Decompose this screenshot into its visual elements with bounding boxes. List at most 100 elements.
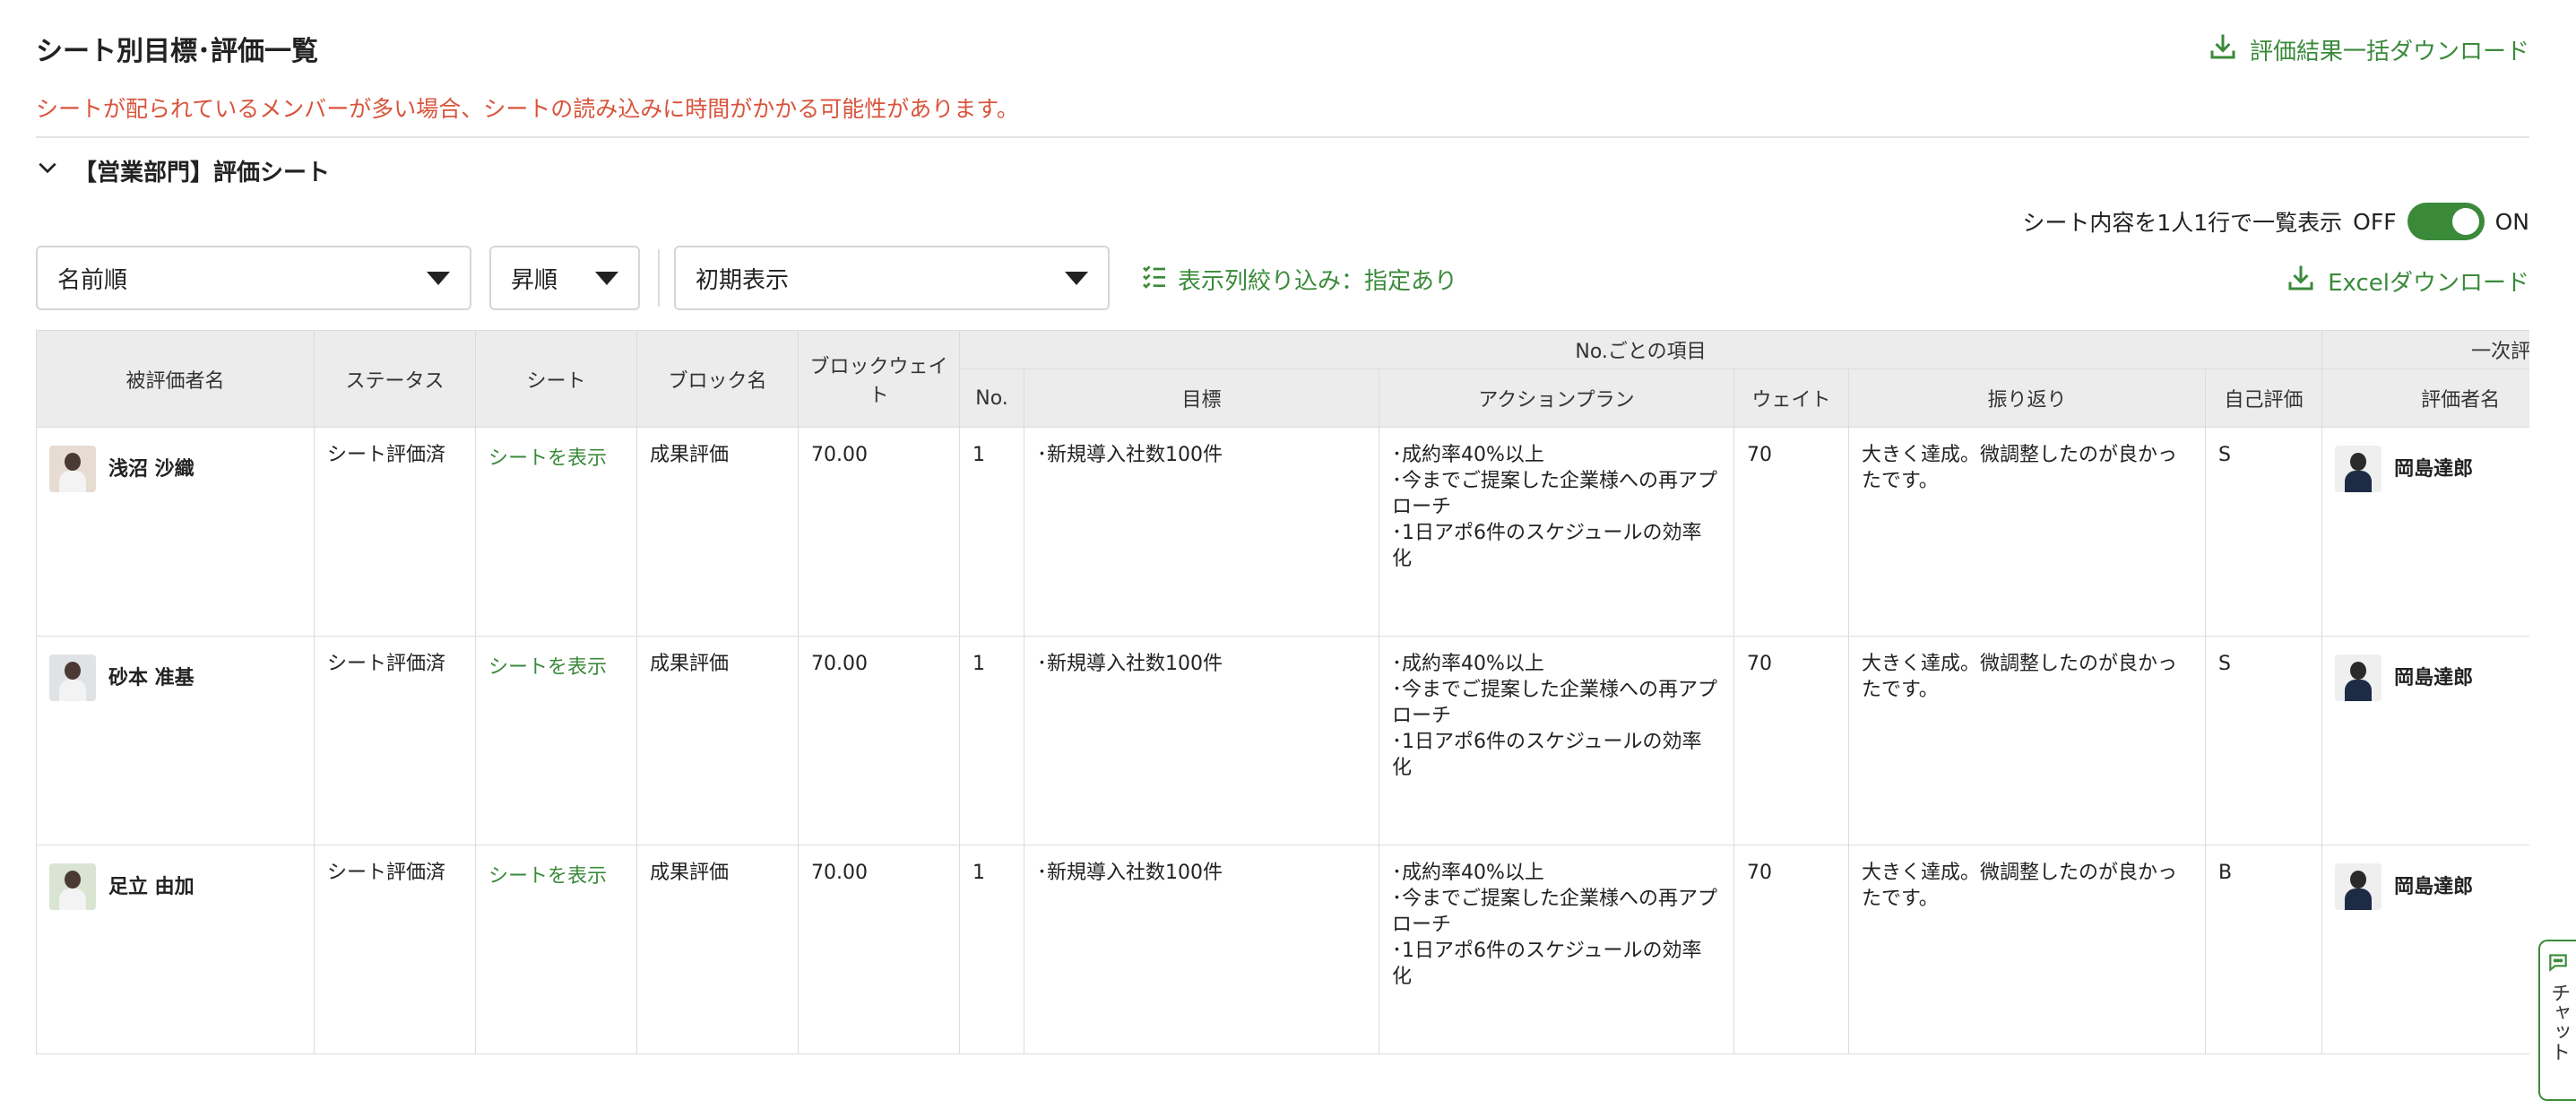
cell-weight: 70: [1733, 845, 1849, 1054]
page-title: シート別目標･評価一覧: [36, 36, 318, 67]
toolbar-separator: [658, 249, 660, 307]
evaluation-table: 被評価者名 ステータス シート ブロック名 ブロックウェイト No.ごとの項目 …: [36, 330, 2529, 1054]
cell-block-name: 成果評価: [636, 427, 799, 637]
sort-select-value: 名前順: [57, 266, 128, 294]
cell-evaluator: 岡島達郎: [2321, 636, 2529, 845]
section-title: 【営業部門】評価シート: [73, 160, 331, 186]
action-plan-line: ･成約率40%以上: [1392, 862, 1544, 884]
download-all-results-button[interactable]: 評価結果一括ダウンロード: [2207, 30, 2529, 69]
cell-status: シート評価済: [314, 845, 476, 1054]
cell-status: シート評価済: [314, 427, 476, 637]
header-status: ステータス: [314, 330, 476, 428]
evaluatee-name: 浅沼 沙織: [108, 457, 194, 481]
caret-down-icon: [1065, 271, 1088, 285]
cell-evaluatee: 足立 由加: [36, 845, 315, 1054]
toggle-off-label: OFF: [2353, 208, 2397, 235]
view-select[interactable]: 初期表示: [674, 246, 1110, 310]
evaluation-table-container[interactable]: 被評価者名 ステータス シート ブロック名 ブロックウェイト No.ごとの項目 …: [36, 330, 2529, 1088]
table-row: 足立 由加 シート評価済 シートを表示 成果評価 70.00 1 ･新規導入社数…: [36, 845, 2529, 1054]
cell-weight: 70: [1733, 427, 1849, 637]
checklist-icon: [1140, 262, 1169, 297]
evaluatee-name: 砂本 准基: [108, 666, 194, 689]
divider: [36, 136, 2529, 138]
chat-bubble-icon: [2546, 950, 2570, 977]
header-group-first-eval: 一次評価: [2321, 330, 2529, 369]
header-block-weight: ブロックウェイト: [798, 330, 960, 428]
cell-self-eval: S: [2204, 427, 2323, 637]
header-group-items: No.ごとの項目: [958, 330, 2323, 369]
cell-status: シート評価済: [314, 636, 476, 845]
view-sheet-link[interactable]: シートを表示: [488, 446, 607, 472]
cell-block-name: 成果評価: [636, 636, 799, 845]
avatar: [49, 446, 96, 492]
cell-no: 1: [959, 636, 1024, 845]
action-plan-line: ･1日アポ6件のスケジュールの効率化: [1392, 522, 1702, 570]
cell-review: 大きく達成。微調整したのが良かったです。: [1848, 427, 2206, 637]
column-filter-link[interactable]: 表示列絞り込み：指定あり: [1140, 262, 1457, 297]
chevron-down-icon: [36, 156, 59, 186]
chat-label: チャット: [2547, 983, 2570, 1062]
cell-action-plan: ･成約率40%以上 ･今までご提案した企業様への再アプローチ ･1日アポ6件のス…: [1379, 427, 1734, 637]
cell-evaluatee: 砂本 准基: [36, 636, 315, 845]
cell-sheet: シートを表示: [475, 845, 637, 1054]
action-plan-line: ･成約率40%以上: [1392, 653, 1544, 675]
cell-no: 1: [959, 845, 1024, 1054]
action-plan-line: ･今までご提案した企業様への再アプローチ: [1392, 888, 1718, 936]
excel-download-button[interactable]: Excelダウンロード: [2285, 262, 2529, 300]
table-row: 浅沼 沙織 シート評価済 シートを表示 成果評価 70.00 1 ･新規導入社数…: [36, 427, 2529, 637]
header-review: 振り返り: [1848, 368, 2206, 428]
download-all-label: 評価結果一括ダウンロード: [2249, 39, 2529, 65]
cell-block-weight: 70.00: [798, 845, 960, 1054]
section-toggle[interactable]: 【営業部門】評価シート: [36, 154, 330, 187]
toggle-knob: [2451, 208, 2479, 235]
action-plan-line: ･成約率40%以上: [1392, 444, 1544, 466]
header-evaluator: 評価者名: [2321, 368, 2529, 428]
cell-block-weight: 70.00: [798, 636, 960, 845]
order-select[interactable]: 昇順: [489, 246, 640, 310]
one-row-toggle[interactable]: [2407, 203, 2485, 240]
avatar: [49, 655, 96, 701]
toggle-label: シート内容を1人1行で一覧表示: [2022, 210, 2343, 236]
column-filter-label: 表示列絞り込み：指定あり: [1178, 268, 1458, 295]
download-icon: [2285, 262, 2317, 300]
evaluator-name: 岡島達郎: [2394, 875, 2474, 898]
cell-goal: ･新規導入社数100件: [1024, 427, 1379, 637]
one-row-toggle-group: シート内容を1人1行で一覧表示 OFF ON: [2022, 203, 2529, 240]
chat-tab[interactable]: チャット: [2538, 940, 2576, 1101]
header-block-name: ブロック名: [636, 330, 799, 428]
header-no: No.: [959, 368, 1024, 428]
cell-action-plan: ･成約率40%以上 ･今までご提案した企業様への再アプローチ ･1日アポ6件のス…: [1379, 845, 1734, 1054]
cell-sheet: シートを表示: [475, 427, 637, 637]
avatar: [49, 863, 96, 910]
header-action-plan: アクションプラン: [1379, 368, 1734, 428]
action-plan-line: ･1日アポ6件のスケジュールの効率化: [1392, 940, 1702, 988]
header-goal: 目標: [1024, 368, 1379, 428]
cell-block-weight: 70.00: [798, 427, 960, 637]
view-sheet-link[interactable]: シートを表示: [488, 863, 607, 889]
avatar: [2335, 655, 2382, 701]
toggle-on-label: ON: [2494, 208, 2529, 235]
sort-select[interactable]: 名前順: [36, 246, 471, 310]
header-evaluatee: 被評価者名: [36, 330, 315, 428]
order-select-value: 昇順: [511, 266, 558, 294]
view-sheet-link[interactable]: シートを表示: [488, 655, 607, 681]
cell-review: 大きく達成。微調整したのが良かったです。: [1848, 845, 2206, 1054]
view-select-value: 初期表示: [696, 266, 790, 294]
cell-review: 大きく達成。微調整したのが良かったです。: [1848, 636, 2206, 845]
avatar: [2335, 863, 2382, 910]
loading-warning: シートが配られているメンバーが多い場合、シートの読み込みに時間がかかる可能性があ…: [36, 96, 1019, 122]
table-row: 砂本 准基 シート評価済 シートを表示 成果評価 70.00 1 ･新規導入社数…: [36, 636, 2529, 845]
cell-evaluatee: 浅沼 沙織: [36, 427, 315, 637]
cell-goal: ･新規導入社数100件: [1024, 636, 1379, 845]
action-plan-line: ･今までご提案した企業様への再アプローチ: [1392, 470, 1718, 518]
evaluator-name: 岡島達郎: [2394, 666, 2474, 689]
caret-down-icon: [427, 271, 450, 285]
header-self-eval: 自己評価: [2204, 368, 2323, 428]
excel-download-label: Excelダウンロード: [2328, 270, 2529, 297]
cell-self-eval: B: [2204, 845, 2323, 1054]
cell-no: 1: [959, 427, 1024, 637]
cell-evaluator: 岡島達郎: [2321, 427, 2529, 637]
cell-goal: ･新規導入社数100件: [1024, 845, 1379, 1054]
action-plan-line: ･1日アポ6件のスケジュールの効率化: [1392, 731, 1702, 779]
cell-sheet: シートを表示: [475, 636, 637, 845]
